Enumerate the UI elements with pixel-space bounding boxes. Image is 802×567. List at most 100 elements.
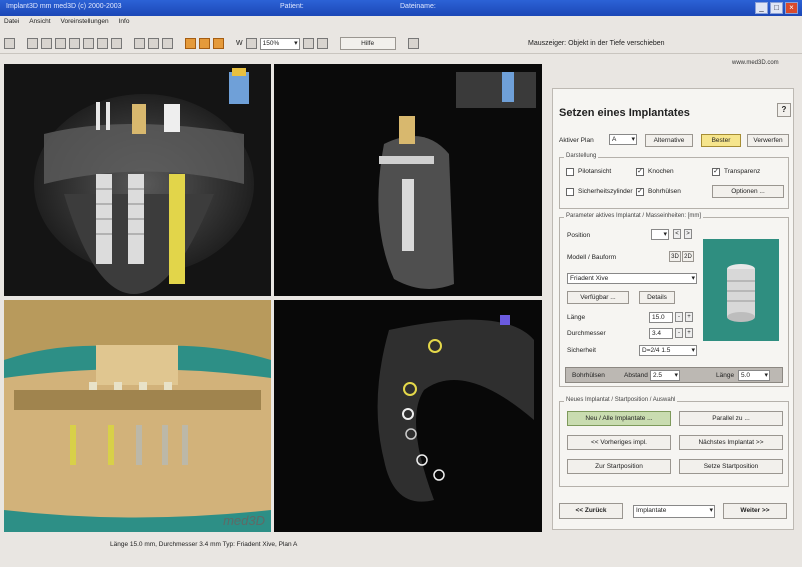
contrast-icon[interactable] <box>162 38 173 49</box>
to-start-position-button[interactable]: Zur Startposition <box>567 459 671 474</box>
details-button[interactable]: Details <box>639 291 675 304</box>
view-panorama-icon[interactable] <box>111 38 122 49</box>
implant-preview-image <box>727 264 755 322</box>
available-button[interactable]: Verfügbar ... <box>567 291 629 304</box>
window-controls: _ □ × <box>755 2 798 14</box>
safety-select[interactable]: D=2/4 1.5 <box>639 345 697 356</box>
back-button[interactable]: << Zurück <box>559 503 623 519</box>
close-button[interactable]: × <box>785 2 798 14</box>
watermark-logo: med3D <box>223 513 265 528</box>
print-icon[interactable] <box>302 38 314 49</box>
distance-label: Abstand <box>624 372 648 379</box>
length-up-button[interactable]: + <box>685 312 693 322</box>
transparency-checkbox[interactable]: ✓ <box>712 168 720 176</box>
model-2d-button[interactable]: 2D <box>682 251 694 262</box>
zoom-select[interactable]: 150% <box>259 37 300 50</box>
menu-view[interactable]: Ansicht <box>29 18 50 30</box>
length-down-button[interactable]: - <box>675 312 683 322</box>
angle-icon[interactable] <box>148 38 159 49</box>
model-3d-button[interactable]: 3D <box>669 251 681 262</box>
active-plan-select[interactable]: A <box>609 134 637 145</box>
distance-select[interactable]: 2.5 <box>650 370 680 381</box>
mouse-hint: Mauszeiger: Objekt in der Tiefe verschie… <box>528 40 665 47</box>
new-implant-button[interactable]: Neu / Alle Implantate ... <box>567 411 671 426</box>
menu-file[interactable]: Datei <box>4 18 19 30</box>
implant-icon[interactable] <box>185 38 196 49</box>
window-title-patient: Patient: <box>280 3 304 10</box>
next-step-button[interactable]: Weiter >> <box>723 503 787 519</box>
drill-sleeve-bar: Bohrhülsen Abstand 2.5 Länge 5.0 <box>565 367 783 383</box>
best-button[interactable]: Bester <box>701 134 741 147</box>
safety-cylinder-label: Sicherheitszylinder <box>578 188 633 195</box>
position-label: Position <box>567 232 591 239</box>
nerve-icon[interactable] <box>213 38 224 49</box>
zoom-icon[interactable] <box>245 38 257 49</box>
active-plan-label: Aktiver Plan <box>559 137 594 144</box>
pointer-help-icon[interactable] <box>407 38 419 49</box>
tooth-icon[interactable] <box>199 38 210 49</box>
view-axial-icon[interactable] <box>55 38 66 49</box>
sagittal-scan-image <box>274 64 542 296</box>
window-title: Implant3D mm med3D (c) 2000-2003 <box>6 3 122 10</box>
menu-bar: Datei Ansicht Voreinstellungen Info <box>0 18 802 30</box>
drill-sleeve-option-label: Bohrhülsen <box>648 188 681 195</box>
bone-label: Knochen <box>648 168 674 175</box>
status-bar-text: Länge 15.0 mm, Durchmesser 3.4 mm Typ: F… <box>110 541 298 548</box>
implant-panel: Setzen eines Implantates ? Aktiver Plan … <box>552 88 794 530</box>
title-bar: Implant3D mm med3D (c) 2000-2003 Patient… <box>0 0 802 16</box>
safety-cylinder-checkbox[interactable] <box>566 188 574 196</box>
pilot-label: Pilotansicht <box>578 168 612 175</box>
camera-icon[interactable] <box>316 38 328 49</box>
axial-scan-image <box>274 300 542 532</box>
set-start-position-button[interactable]: Setze Startposition <box>679 459 783 474</box>
position-select[interactable] <box>651 229 669 240</box>
diameter-input[interactable]: 3.4 <box>649 328 673 339</box>
length-label: Länge <box>567 314 586 321</box>
length-input[interactable]: 15.0 <box>649 312 673 323</box>
section-select[interactable]: Implantate <box>633 505 715 518</box>
panel-help-button[interactable]: ? <box>777 103 791 117</box>
menu-preferences[interactable]: Voreinstellungen <box>61 18 109 30</box>
pilot-checkbox[interactable] <box>566 168 574 176</box>
position-prev-button[interactable]: < <box>673 229 681 239</box>
panel-title: Setzen eines Implantates <box>559 107 690 119</box>
diameter-up-button[interactable]: + <box>685 328 693 338</box>
model-select[interactable]: Friadent Xive <box>567 273 697 284</box>
view-coronal-icon[interactable] <box>69 38 80 49</box>
coronal-scan-image <box>4 64 271 296</box>
save-icon[interactable] <box>4 38 15 49</box>
layout-quad-icon[interactable] <box>27 38 38 49</box>
view-sagittal-icon[interactable] <box>83 38 94 49</box>
axial-view[interactable] <box>274 300 542 532</box>
3d-render-image <box>4 300 271 532</box>
parameters-group-label: Parameter aktives Implantat / Masseinhei… <box>564 213 704 219</box>
new-implant-group-label: Neues Implantat / Startposition / Auswah… <box>564 397 678 403</box>
bone-checkbox[interactable]: ✓ <box>636 168 644 176</box>
model-label: Modell / Bauform <box>567 254 617 261</box>
sagittal-view[interactable] <box>274 64 542 296</box>
previous-implant-button[interactable]: << Vorheriges impl. <box>567 435 671 450</box>
measure-icon[interactable] <box>134 38 145 49</box>
minimize-button[interactable]: _ <box>755 2 768 14</box>
maximize-button[interactable]: □ <box>770 2 783 14</box>
safety-label: Sicherheit <box>567 347 596 354</box>
parallel-button[interactable]: Parallel zu ... <box>679 411 783 426</box>
3d-view[interactable]: med3D <box>4 300 271 532</box>
menu-info[interactable]: Info <box>119 18 130 30</box>
sleeve-length-select[interactable]: 5.0 <box>738 370 770 381</box>
discard-button[interactable]: Verwerfen <box>747 134 789 147</box>
sleeve-length-label: Länge <box>716 372 735 379</box>
coronal-view[interactable] <box>4 64 271 296</box>
layout-single-icon[interactable] <box>41 38 52 49</box>
view-3d-icon[interactable] <box>97 38 108 49</box>
toolbar: W 150% Hilfe <box>0 34 802 54</box>
options-button[interactable]: Optionen ... <box>712 185 784 198</box>
diameter-down-button[interactable]: - <box>675 328 683 338</box>
diameter-label: Durchmesser <box>567 330 606 337</box>
position-next-button[interactable]: > <box>684 229 692 239</box>
drill-sleeve-checkbox[interactable]: ✓ <box>636 188 644 196</box>
help-button[interactable]: Hilfe <box>339 37 396 50</box>
alternative-button[interactable]: Alternative <box>645 134 693 147</box>
implant-preview <box>703 239 779 341</box>
next-implant-button[interactable]: Nächstes Implantat >> <box>679 435 783 450</box>
